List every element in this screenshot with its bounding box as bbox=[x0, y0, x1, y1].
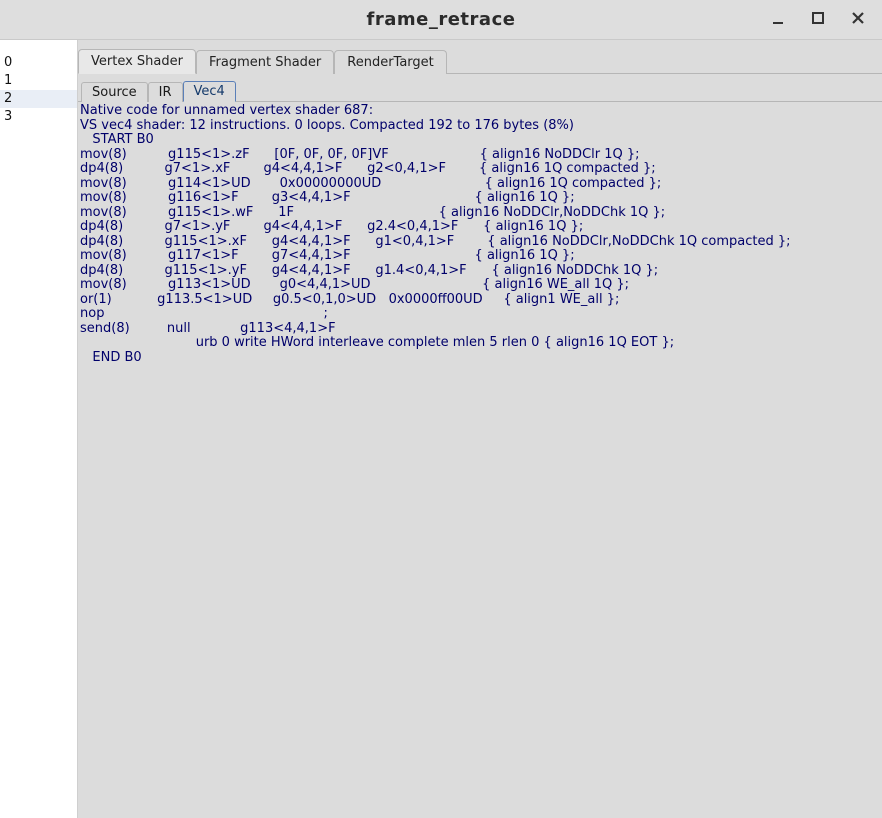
main-panel: Vertex Shader Fragment Shader RenderTarg… bbox=[78, 40, 882, 818]
window-controls bbox=[762, 4, 874, 32]
subtab-bar: Source IR Vec4 bbox=[78, 78, 882, 101]
minimize-button[interactable] bbox=[762, 4, 794, 32]
subtab-panel: Native code for unnamed vertex shader 68… bbox=[78, 101, 882, 365]
tab-render-target[interactable]: RenderTarget bbox=[334, 50, 447, 74]
close-button[interactable] bbox=[842, 4, 874, 32]
gutter-row[interactable]: 3 bbox=[0, 108, 77, 126]
gutter-row[interactable]: 0 bbox=[0, 54, 77, 72]
tab-fragment-shader[interactable]: Fragment Shader bbox=[196, 50, 334, 74]
window-title: frame_retrace bbox=[367, 9, 516, 30]
maximize-button[interactable] bbox=[802, 4, 834, 32]
tab-bar: Vertex Shader Fragment Shader RenderTarg… bbox=[78, 48, 882, 73]
gutter-row[interactable]: 1 bbox=[0, 72, 77, 90]
minimize-icon bbox=[771, 11, 785, 25]
tab-vertex-shader[interactable]: Vertex Shader bbox=[78, 49, 196, 74]
subtab-source[interactable]: Source bbox=[81, 82, 148, 102]
titlebar: frame_retrace bbox=[0, 0, 882, 40]
client-area: 0 1 2 3 Vertex Shader Fragment Shader Re… bbox=[0, 40, 882, 818]
subtab-ir[interactable]: IR bbox=[148, 82, 183, 102]
gutter-row[interactable]: 2 bbox=[0, 90, 77, 108]
maximize-icon bbox=[811, 11, 825, 25]
tab-panel: Source IR Vec4 Native code for unnamed v… bbox=[78, 73, 882, 365]
index-gutter[interactable]: 0 1 2 3 bbox=[0, 40, 78, 818]
close-icon bbox=[851, 11, 865, 25]
shader-code[interactable]: Native code for unnamed vertex shader 68… bbox=[78, 102, 882, 365]
subtab-vec4[interactable]: Vec4 bbox=[183, 81, 236, 102]
